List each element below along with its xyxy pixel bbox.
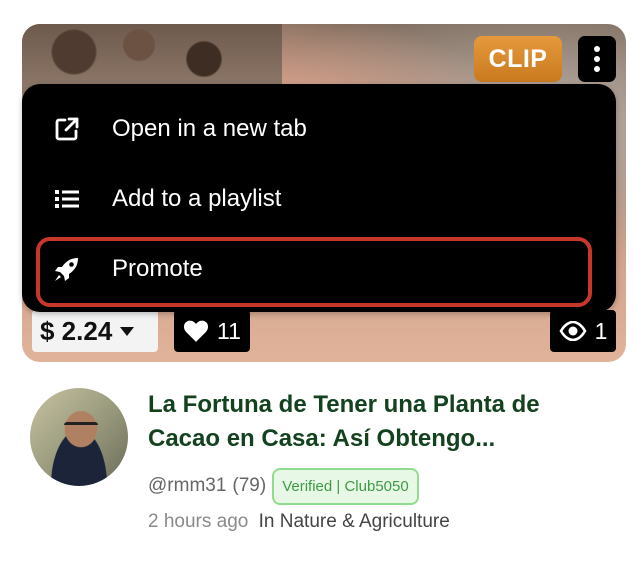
category-link[interactable]: In Nature & Agriculture bbox=[259, 511, 450, 532]
meta-row: 2 hours ago In Nature & Agriculture bbox=[148, 511, 450, 533]
menu-item-add-to-playlist[interactable]: Add to a playlist bbox=[22, 164, 616, 234]
heart-icon bbox=[183, 320, 209, 342]
eye-icon bbox=[559, 321, 587, 341]
views-counter: 1 bbox=[550, 310, 616, 352]
menu-item-label: Open in a new tab bbox=[112, 115, 307, 142]
dot bbox=[594, 46, 600, 52]
video-title[interactable]: La Fortuna de Tener una Planta de Cacao … bbox=[148, 388, 618, 456]
views-count: 1 bbox=[594, 317, 608, 344]
price-dropdown[interactable]: $ 2.24 bbox=[32, 310, 158, 352]
external-link-icon bbox=[22, 116, 112, 142]
video-card: CLIP $ 2.24 11 1 Open in a new tab Add t… bbox=[0, 0, 634, 566]
time-ago: 2 hours ago bbox=[148, 511, 249, 532]
likes-count: 11 bbox=[217, 317, 241, 344]
author-row: @rmm31 (79) Verified | Club5050 bbox=[148, 466, 419, 506]
author-avatar[interactable] bbox=[30, 388, 128, 486]
more-options-button[interactable] bbox=[578, 36, 616, 82]
context-menu: Open in a new tab Add to a playlist Prom… bbox=[22, 84, 616, 312]
menu-item-label: Add to a playlist bbox=[112, 185, 282, 212]
dot bbox=[594, 66, 600, 72]
caret-down-icon bbox=[120, 326, 135, 336]
avatar-image bbox=[64, 422, 98, 433]
likes-counter[interactable]: 11 bbox=[174, 310, 250, 352]
clip-badge: CLIP bbox=[474, 36, 562, 82]
highlight-outline bbox=[36, 237, 592, 307]
verified-badge: Verified | Club5050 bbox=[272, 467, 419, 505]
dot bbox=[594, 56, 600, 62]
author-reputation: (79) bbox=[232, 475, 267, 496]
author-link[interactable]: @rmm31 bbox=[148, 475, 226, 497]
menu-item-open-new-tab[interactable]: Open in a new tab bbox=[22, 94, 616, 164]
price-value: $ 2.24 bbox=[40, 315, 113, 346]
list-icon bbox=[22, 188, 112, 210]
